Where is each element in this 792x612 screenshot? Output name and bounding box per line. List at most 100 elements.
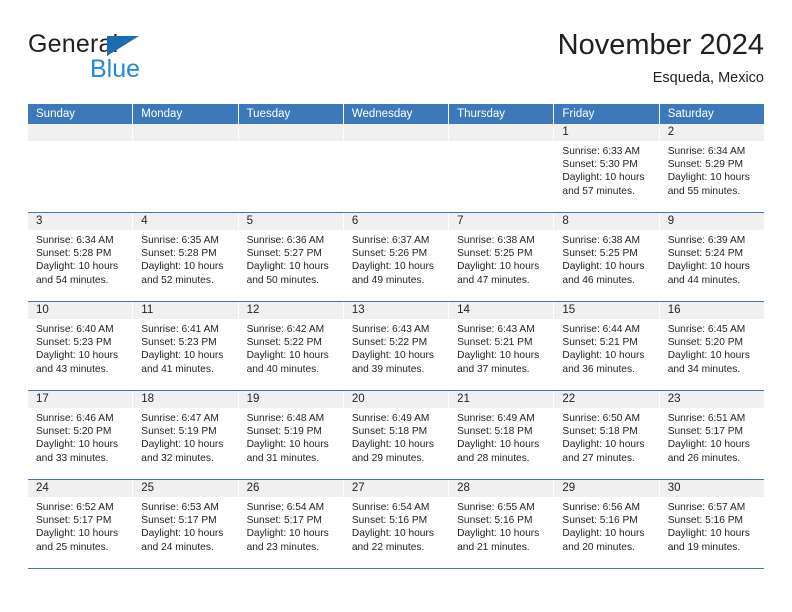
calendar-day-cell[interactable]: 9 Sunrise: 6:39 AM Sunset: 5:24 PM Daylight… (659, 213, 764, 301)
day-number: 15 (554, 302, 659, 319)
day-sun-info: Sunrise: 6:43 AM Sunset: 5:22 PM Daylight:… (344, 319, 448, 376)
sunrise-text: Sunrise: 6:36 AM (246, 235, 325, 246)
calendar-day-cell[interactable]: 7 Sunrise: 6:38 AM Sunset: 5:25 PM Daylight… (449, 213, 554, 301)
day-number: 21 (449, 391, 554, 408)
sunrise-text: Sunrise: 6:51 AM (667, 413, 746, 424)
calendar-day-cell[interactable]: 8 Sunrise: 6:38 AM Sunset: 5:25 PM Daylight… (554, 213, 659, 301)
sunset-text: Sunset: 5:17 PM (246, 515, 322, 527)
calendar-day-cell[interactable]: 1 Sunrise: 6:33 AM Sunset: 5:30 PM Daylight… (554, 124, 659, 212)
calendar-day-cell[interactable]: 28 Sunrise: 6:55 AM Sunset: 5:16 PM Dayligh… (449, 480, 554, 568)
daylight-text: Daylight: 10 hours and 54 minutes. (36, 261, 119, 286)
day-number: 18 (133, 391, 238, 408)
calendar-day-cell[interactable]: 21 Sunrise: 6:49 AM Sunset: 5:18 PM Dayligh… (449, 391, 554, 479)
day-number: 14 (449, 302, 554, 319)
calendar-day-cell[interactable]: 19 Sunrise: 6:48 AM Sunset: 5:19 PM Dayligh… (238, 391, 343, 479)
calendar-day-cell[interactable]: 15 Sunrise: 6:44 AM Sunset: 5:21 PM Dayligh… (554, 302, 659, 390)
daylight-text: Daylight: 10 hours and 21 minutes. (457, 528, 540, 553)
calendar-week-row: 24 Sunrise: 6:52 AM Sunset: 5:17 PM Dayligh… (28, 480, 764, 569)
sunset-text: Sunset: 5:19 PM (141, 426, 217, 438)
sunset-text: Sunset: 5:16 PM (667, 515, 744, 527)
sunset-text: Sunset: 5:16 PM (457, 515, 533, 527)
calendar-day-cell[interactable]: 13 Sunrise: 6:43 AM Sunset: 5:22 PM Dayligh… (343, 302, 449, 390)
day-number (28, 124, 133, 141)
calendar-day-cell[interactable]: 6 Sunrise: 6:37 AM Sunset: 5:26 PM Daylight… (343, 213, 449, 301)
sunrise-text: Sunrise: 6:57 AM (667, 502, 746, 513)
sunset-text: Sunset: 5:16 PM (562, 515, 638, 527)
calendar-day-cell-empty (449, 124, 554, 212)
calendar-day-cell[interactable]: 11 Sunrise: 6:41 AM Sunset: 5:23 PM Dayligh… (133, 302, 238, 390)
day-sun-info: Sunrise: 6:52 AM Sunset: 5:17 PM Daylight:… (28, 497, 132, 554)
day-number (238, 124, 343, 141)
weekday-header-friday: Friday (554, 104, 659, 124)
calendar-day-cell[interactable]: 20 Sunrise: 6:49 AM Sunset: 5:18 PM Dayligh… (343, 391, 449, 479)
calendar-day-cell[interactable]: 18 Sunrise: 6:47 AM Sunset: 5:19 PM Dayligh… (133, 391, 238, 479)
calendar-day-cell-empty (28, 124, 133, 212)
sunrise-text: Sunrise: 6:52 AM (36, 502, 114, 513)
daylight-text: Daylight: 10 hours and 19 minutes. (667, 528, 750, 553)
calendar-week-row: 10 Sunrise: 6:40 AM Sunset: 5:23 PM Dayligh… (28, 302, 764, 391)
day-sun-info: Sunrise: 6:41 AM Sunset: 5:23 PM Daylight:… (133, 319, 237, 376)
sunset-text: Sunset: 5:17 PM (667, 426, 744, 438)
daylight-text: Daylight: 10 hours and 34 minutes. (667, 350, 750, 375)
sunrise-text: Sunrise: 6:48 AM (246, 413, 325, 424)
sunset-text: Sunset: 5:19 PM (246, 426, 322, 438)
calendar-day-cell[interactable]: 22 Sunrise: 6:50 AM Sunset: 5:18 PM Dayligh… (554, 391, 659, 479)
calendar-day-cell[interactable]: 30 Sunrise: 6:57 AM Sunset: 5:16 PM Dayligh… (659, 480, 764, 568)
day-number: 6 (343, 213, 449, 230)
calendar-day-cell[interactable]: 29 Sunrise: 6:56 AM Sunset: 5:16 PM Dayligh… (554, 480, 659, 568)
daylight-text: Daylight: 10 hours and 20 minutes. (562, 528, 645, 553)
sunrise-text: Sunrise: 6:44 AM (562, 324, 640, 335)
day-number (343, 124, 449, 141)
calendar-day-cell[interactable]: 25 Sunrise: 6:53 AM Sunset: 5:17 PM Dayligh… (133, 480, 238, 568)
day-sun-info: Sunrise: 6:56 AM Sunset: 5:16 PM Daylight:… (554, 497, 658, 554)
day-number: 2 (659, 124, 764, 141)
calendar-day-cell[interactable]: 5 Sunrise: 6:36 AM Sunset: 5:27 PM Daylight… (238, 213, 343, 301)
weekday-header-saturday: Saturday (659, 104, 764, 124)
day-sun-info: Sunrise: 6:50 AM Sunset: 5:18 PM Daylight:… (554, 408, 658, 465)
weekday-header-tuesday: Tuesday (238, 104, 343, 124)
sunset-text: Sunset: 5:27 PM (246, 248, 322, 260)
day-number: 13 (343, 302, 449, 319)
blue-triangle-icon (107, 36, 139, 56)
sunrise-text: Sunrise: 6:43 AM (457, 324, 535, 335)
weekday-header-sunday: Sunday (28, 104, 133, 124)
sunset-text: Sunset: 5:16 PM (351, 515, 428, 527)
day-number: 28 (449, 480, 554, 497)
day-number: 23 (659, 391, 764, 408)
calendar-day-cell[interactable]: 3 Sunrise: 6:34 AM Sunset: 5:28 PM Daylight… (28, 213, 133, 301)
day-sun-info: Sunrise: 6:39 AM Sunset: 5:24 PM Daylight:… (660, 230, 764, 287)
day-sun-info: Sunrise: 6:55 AM Sunset: 5:16 PM Daylight:… (449, 497, 553, 554)
calendar-day-cell[interactable]: 24 Sunrise: 6:52 AM Sunset: 5:17 PM Dayligh… (28, 480, 133, 568)
sunset-text: Sunset: 5:25 PM (457, 248, 533, 260)
sunrise-text: Sunrise: 6:39 AM (667, 235, 746, 246)
calendar-day-cell[interactable]: 14 Sunrise: 6:43 AM Sunset: 5:21 PM Dayligh… (449, 302, 554, 390)
day-sun-info: Sunrise: 6:38 AM Sunset: 5:25 PM Daylight:… (449, 230, 553, 287)
calendar-day-cell[interactable]: 27 Sunrise: 6:54 AM Sunset: 5:16 PM Dayligh… (343, 480, 449, 568)
calendar-day-cell[interactable]: 16 Sunrise: 6:45 AM Sunset: 5:20 PM Dayligh… (659, 302, 764, 390)
general-blue-logo[interactable]: General Blue (28, 30, 258, 86)
day-number (449, 124, 554, 141)
title-block: November 2024 Esqueda, Mexico (558, 28, 764, 88)
weekday-header-wednesday: Wednesday (343, 104, 449, 124)
sunrise-text: Sunrise: 6:53 AM (141, 502, 219, 513)
daylight-text: Daylight: 10 hours and 43 minutes. (36, 350, 119, 375)
sunset-text: Sunset: 5:30 PM (562, 159, 638, 171)
daylight-text: Daylight: 10 hours and 50 minutes. (246, 261, 329, 286)
calendar-day-cell[interactable]: 23 Sunrise: 6:51 AM Sunset: 5:17 PM Dayligh… (659, 391, 764, 479)
daylight-text: Daylight: 10 hours and 26 minutes. (667, 439, 750, 464)
calendar-day-cell[interactable]: 4 Sunrise: 6:35 AM Sunset: 5:28 PM Daylight… (133, 213, 238, 301)
day-number: 20 (343, 391, 449, 408)
calendar-day-cell[interactable]: 26 Sunrise: 6:54 AM Sunset: 5:17 PM Dayligh… (238, 480, 343, 568)
day-number: 1 (554, 124, 659, 141)
sunset-text: Sunset: 5:18 PM (562, 426, 638, 438)
calendar-day-cell[interactable]: 17 Sunrise: 6:46 AM Sunset: 5:20 PM Dayligh… (28, 391, 133, 479)
sunrise-text: Sunrise: 6:49 AM (351, 413, 430, 424)
weekday-header-row: Sunday Monday Tuesday Wednesday Thursday… (28, 104, 764, 124)
calendar-day-cell[interactable]: 2 Sunrise: 6:34 AM Sunset: 5:29 PM Daylight… (659, 124, 764, 212)
daylight-text: Daylight: 10 hours and 52 minutes. (141, 261, 224, 286)
day-number: 11 (133, 302, 238, 319)
calendar-day-cell[interactable]: 10 Sunrise: 6:40 AM Sunset: 5:23 PM Dayligh… (28, 302, 133, 390)
day-sun-info: Sunrise: 6:49 AM Sunset: 5:18 PM Daylight:… (344, 408, 448, 465)
calendar-day-cell[interactable]: 12 Sunrise: 6:42 AM Sunset: 5:22 PM Dayligh… (238, 302, 343, 390)
day-sun-info: Sunrise: 6:42 AM Sunset: 5:22 PM Daylight:… (239, 319, 343, 376)
